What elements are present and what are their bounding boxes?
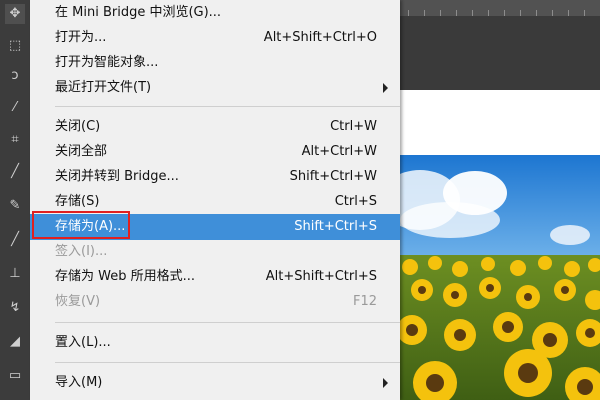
- clone-stamp-tool-icon[interactable]: ⊥: [5, 264, 25, 284]
- menu-item-shortcut: Shift+Ctrl+W: [289, 169, 377, 184]
- menu-item-place[interactable]: 置入(L)...: [30, 330, 400, 356]
- document-canvas-area: [400, 0, 600, 400]
- pasteboard: [400, 16, 600, 90]
- marquee-tool-icon[interactable]: ⬚: [5, 36, 25, 56]
- menu-item-label: 关闭(C): [55, 119, 101, 134]
- lasso-tool-icon[interactable]: ↄ: [5, 66, 25, 86]
- horizontal-ruler: [400, 0, 600, 17]
- menu-item-shortcut: F12: [352, 294, 377, 309]
- menu-separator: [55, 106, 400, 107]
- tools-panel: ✥ ⬚ ↄ ⁄ ⌗ ╱ ✎ ╱ ⊥ ↯ ◢ ▭: [0, 0, 31, 400]
- menu-separator: [55, 362, 400, 363]
- menu-item-recent-files[interactable]: 最近打开文件(T): [30, 75, 400, 101]
- gradient-tool-icon[interactable]: ▭: [5, 366, 25, 386]
- move-tool-icon[interactable]: ✥: [5, 4, 25, 24]
- magic-wand-tool-icon[interactable]: ⁄: [5, 98, 25, 118]
- menu-item-label: 恢复(V): [55, 294, 101, 309]
- menu-item-label: 签入(I)...: [55, 244, 108, 259]
- brush-tool-icon[interactable]: ╱: [5, 230, 25, 250]
- document-white-area: [400, 90, 600, 155]
- red-highlight-box: [32, 211, 130, 239]
- menu-item-close[interactable]: 关闭(C) Ctrl+W: [30, 114, 400, 140]
- menu-item-import[interactable]: 导入(M): [30, 370, 400, 396]
- menu-item-label: 存储为 Web 所用格式...: [55, 269, 196, 284]
- menu-item-label: 打开为...: [55, 30, 107, 45]
- menu-item-shortcut: Alt+Ctrl+W: [301, 144, 377, 159]
- menu-item-close-all[interactable]: 关闭全部 Alt+Ctrl+W: [30, 139, 400, 165]
- crop-tool-icon[interactable]: ⌗: [5, 130, 25, 150]
- menu-item-browse-mini-bridge[interactable]: 在 Mini Bridge 中浏览(G)...: [30, 0, 400, 26]
- menu-item-shortcut: Alt+Shift+Ctrl+O: [263, 30, 377, 45]
- menu-item-shortcut: Ctrl+W: [330, 119, 377, 134]
- submenu-arrow-icon: [383, 378, 388, 388]
- file-menu: 在 Mini Bridge 中浏览(G)... 打开为... Alt+Shift…: [30, 0, 400, 400]
- menu-item-shortcut: Shift+Ctrl+S: [294, 219, 377, 234]
- menu-item-save-for-web[interactable]: 存储为 Web 所用格式... Alt+Shift+Ctrl+S: [30, 264, 400, 290]
- history-brush-tool-icon[interactable]: ↯: [5, 298, 25, 318]
- menu-item-revert[interactable]: 恢复(V) F12: [30, 289, 400, 315]
- menu-item-label: 最近打开文件(T): [55, 80, 152, 95]
- eraser-tool-icon[interactable]: ◢: [5, 332, 25, 352]
- menu-item-open-as[interactable]: 打开为... Alt+Shift+Ctrl+O: [30, 25, 400, 51]
- menu-item-label: 置入(L)...: [55, 335, 111, 350]
- menu-item-label: 关闭并转到 Bridge...: [55, 169, 179, 184]
- menu-item-check-in[interactable]: 签入(I)...: [30, 239, 400, 265]
- sunflower-photo: [400, 155, 600, 400]
- menu-item-label: 关闭全部: [55, 144, 108, 159]
- menu-item-label: 在 Mini Bridge 中浏览(G)...: [55, 5, 222, 20]
- menu-item-label: 打开为智能对象...: [55, 55, 159, 70]
- menu-item-open-as-smart-object[interactable]: 打开为智能对象...: [30, 50, 400, 76]
- healing-brush-tool-icon[interactable]: ✎: [5, 196, 25, 216]
- menu-item-label: 导入(M): [55, 375, 103, 390]
- menu-separator: [55, 322, 400, 323]
- menu-item-shortcut: Alt+Shift+Ctrl+S: [265, 269, 377, 284]
- submenu-arrow-icon: [383, 83, 388, 93]
- menu-item-close-and-go-to-bridge[interactable]: 关闭并转到 Bridge... Shift+Ctrl+W: [30, 164, 400, 190]
- eyedropper-tool-icon[interactable]: ╱: [5, 162, 25, 182]
- menu-item-shortcut: Ctrl+S: [334, 194, 377, 209]
